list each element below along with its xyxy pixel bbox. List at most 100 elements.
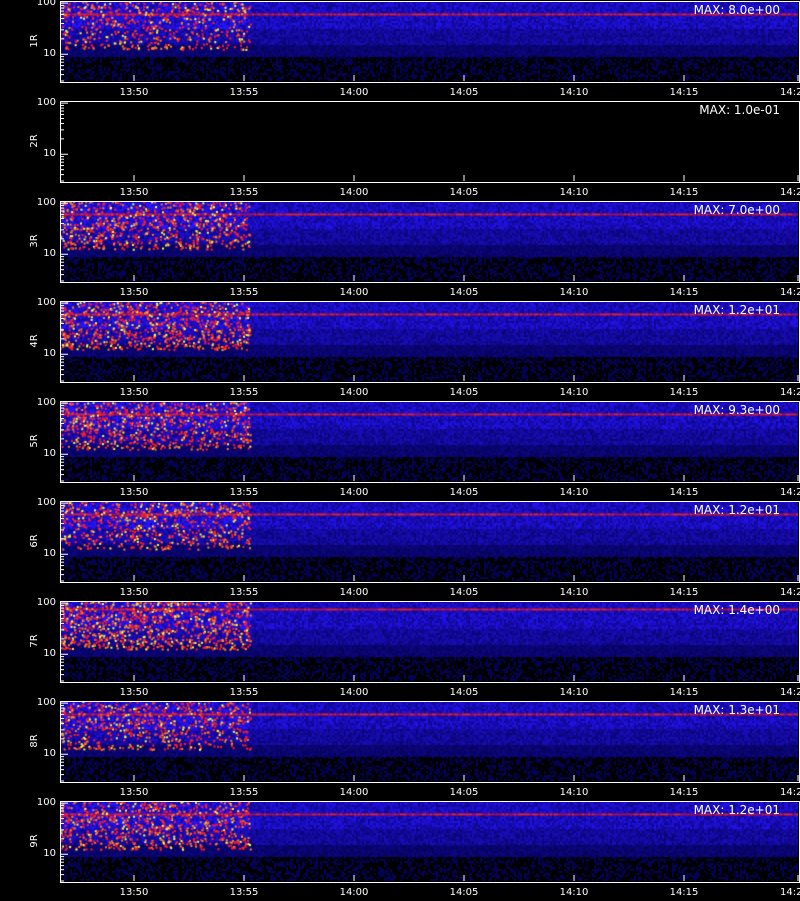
heatmap-canvas <box>60 1 798 81</box>
spectrogram-panel-9r: 9R 100 10 MAX: 1.2e+01 13:50 13:55 14:00 14:05 1… <box>0 797 800 901</box>
y-tick-label: 100 <box>36 797 56 809</box>
y-tick-label: 100 <box>36 97 56 109</box>
x-tick-label: 14:15 <box>669 587 699 598</box>
max-value-label: MAX: 1.0e-01 <box>699 103 780 117</box>
x-tick-label: 13:55 <box>229 687 259 698</box>
x-tick-label: 13:55 <box>229 587 259 598</box>
y-tick-label: 100 <box>36 197 56 209</box>
heatmap-canvas <box>60 201 798 281</box>
x-tick-label: 14:05 <box>449 87 479 98</box>
x-tick-label: 13:55 <box>229 487 259 498</box>
max-value-label: MAX: 7.0e+00 <box>693 203 780 217</box>
heatmap-canvas <box>60 801 798 881</box>
x-tick-label: 13:50 <box>119 687 149 698</box>
heatmap-area <box>60 1 800 83</box>
x-tick-label: 14:10 <box>559 887 589 898</box>
y-tick-label: 10 <box>43 448 56 460</box>
heatmap-canvas <box>60 101 798 181</box>
x-tick-label: 14:05 <box>449 387 479 398</box>
y-tick-label: 10 <box>43 148 56 160</box>
x-tick-label: 14:15 <box>669 87 699 98</box>
y-tick-label: 10 <box>43 648 56 660</box>
x-tick-label: 14:00 <box>339 187 369 198</box>
x-tick-label: 13:55 <box>229 387 259 398</box>
max-value-label: MAX: 1.4e+00 <box>693 603 780 617</box>
x-tick-label: 13:55 <box>229 787 259 798</box>
max-value-label: MAX: 8.0e+00 <box>693 3 780 17</box>
spectrogram-panel-5r: 5R 100 10 MAX: 9.3e+00 13:50 13:55 14:00 14:05 1… <box>0 397 800 501</box>
spectrogram-panel-4r: 4R 100 10 MAX: 1.2e+01 13:50 13:55 14:00 14:05 1… <box>0 297 800 401</box>
x-tick-label: 14:05 <box>449 187 479 198</box>
y-tick-label: 10 <box>43 748 56 760</box>
x-tick-label: 13:55 <box>229 87 259 98</box>
x-tick-label: 14:10 <box>559 187 589 198</box>
max-value-label: MAX: 1.2e+01 <box>693 303 780 317</box>
x-tick-label: 14:15 <box>669 487 699 498</box>
heatmap-area <box>60 501 800 583</box>
x-tick-label: 14:10 <box>559 487 589 498</box>
spectrogram-panel-1r: 1R 100 10 MAX: 8.0e+00 13:50 13:55 14:00 14:05 1… <box>0 0 800 101</box>
x-tick-label: 14:05 <box>449 787 479 798</box>
x-tick-label: 14:00 <box>339 387 369 398</box>
heatmap-area <box>60 401 800 483</box>
y-tick-label: 10 <box>43 848 56 860</box>
x-tick-label: 14:00 <box>339 487 369 498</box>
heatmap-canvas <box>60 701 798 781</box>
x-tick-label: 13:55 <box>229 887 259 898</box>
y-tick-label: 100 <box>36 597 56 609</box>
heatmap-area <box>60 801 800 883</box>
x-tick-label: 14:15 <box>669 387 699 398</box>
heatmap-area <box>60 701 800 783</box>
x-tick-label: 14:10 <box>559 87 589 98</box>
y-tick-label: 100 <box>36 497 56 509</box>
x-tick-label: 14:2 <box>780 787 800 798</box>
y-tick-label: 10 <box>43 548 56 560</box>
heatmap-area <box>60 101 800 183</box>
x-tick-label: 14:00 <box>339 887 369 898</box>
y-tick-label: 10 <box>43 248 56 260</box>
y-tick-label: 10 <box>43 348 56 360</box>
x-tick-label: 14:2 <box>780 887 800 898</box>
x-tick-label: 14:2 <box>780 187 800 198</box>
x-tick-label: 14:00 <box>339 787 369 798</box>
x-tick-label: 14:15 <box>669 687 699 698</box>
x-tick-label: 13:50 <box>119 187 149 198</box>
y-tick-label: 100 <box>36 297 56 309</box>
x-tick-label: 14:10 <box>559 587 589 598</box>
x-tick-label: 14:00 <box>339 587 369 598</box>
x-tick-label: 14:10 <box>559 287 589 298</box>
x-tick-label: 14:10 <box>559 687 589 698</box>
x-tick-label: 13:50 <box>119 587 149 598</box>
x-tick-label: 14:00 <box>339 287 369 298</box>
spectrogram-panel-6r: 6R 100 10 MAX: 1.2e+01 13:50 13:55 14:00 14:05 1… <box>0 497 800 601</box>
x-tick-label: 14:2 <box>780 487 800 498</box>
heatmap-area <box>60 201 800 283</box>
x-tick-label: 14:10 <box>559 787 589 798</box>
spectrogram-panel-8r: 8R 100 10 MAX: 1.3e+01 13:50 13:55 14:00 14:05 1… <box>0 697 800 801</box>
heatmap-canvas <box>60 601 798 681</box>
max-value-label: MAX: 1.3e+01 <box>693 703 780 717</box>
x-tick-label: 13:50 <box>119 287 149 298</box>
x-tick-label: 14:15 <box>669 187 699 198</box>
x-tick-label: 14:2 <box>780 287 800 298</box>
max-value-label: MAX: 9.3e+00 <box>693 403 780 417</box>
x-tick-label: 14:2 <box>780 87 800 98</box>
heatmap-canvas <box>60 301 798 381</box>
x-tick-label: 13:50 <box>119 887 149 898</box>
x-tick-label: 14:05 <box>449 687 479 698</box>
x-tick-label: 14:00 <box>339 687 369 698</box>
x-tick-label: 13:50 <box>119 787 149 798</box>
x-tick-label: 14:05 <box>449 887 479 898</box>
x-tick-label: 14:2 <box>780 687 800 698</box>
x-tick-label: 13:55 <box>229 287 259 298</box>
heatmap-area <box>60 301 800 383</box>
heatmap-canvas <box>60 501 798 581</box>
x-tick-label: 14:10 <box>559 387 589 398</box>
spectrogram-panel-3r: 3R 100 10 MAX: 7.0e+00 13:50 13:55 14:00 14:05 1… <box>0 197 800 301</box>
y-tick-label: 100 <box>36 697 56 709</box>
spectrogram-panel-7r: 7R 100 10 MAX: 1.4e+00 13:50 13:55 14:00 14:05 1… <box>0 597 800 701</box>
x-tick-label: 14:05 <box>449 587 479 598</box>
y-tick-label: 10 <box>43 48 56 60</box>
x-tick-label: 13:55 <box>229 187 259 198</box>
x-tick-label: 13:50 <box>119 487 149 498</box>
